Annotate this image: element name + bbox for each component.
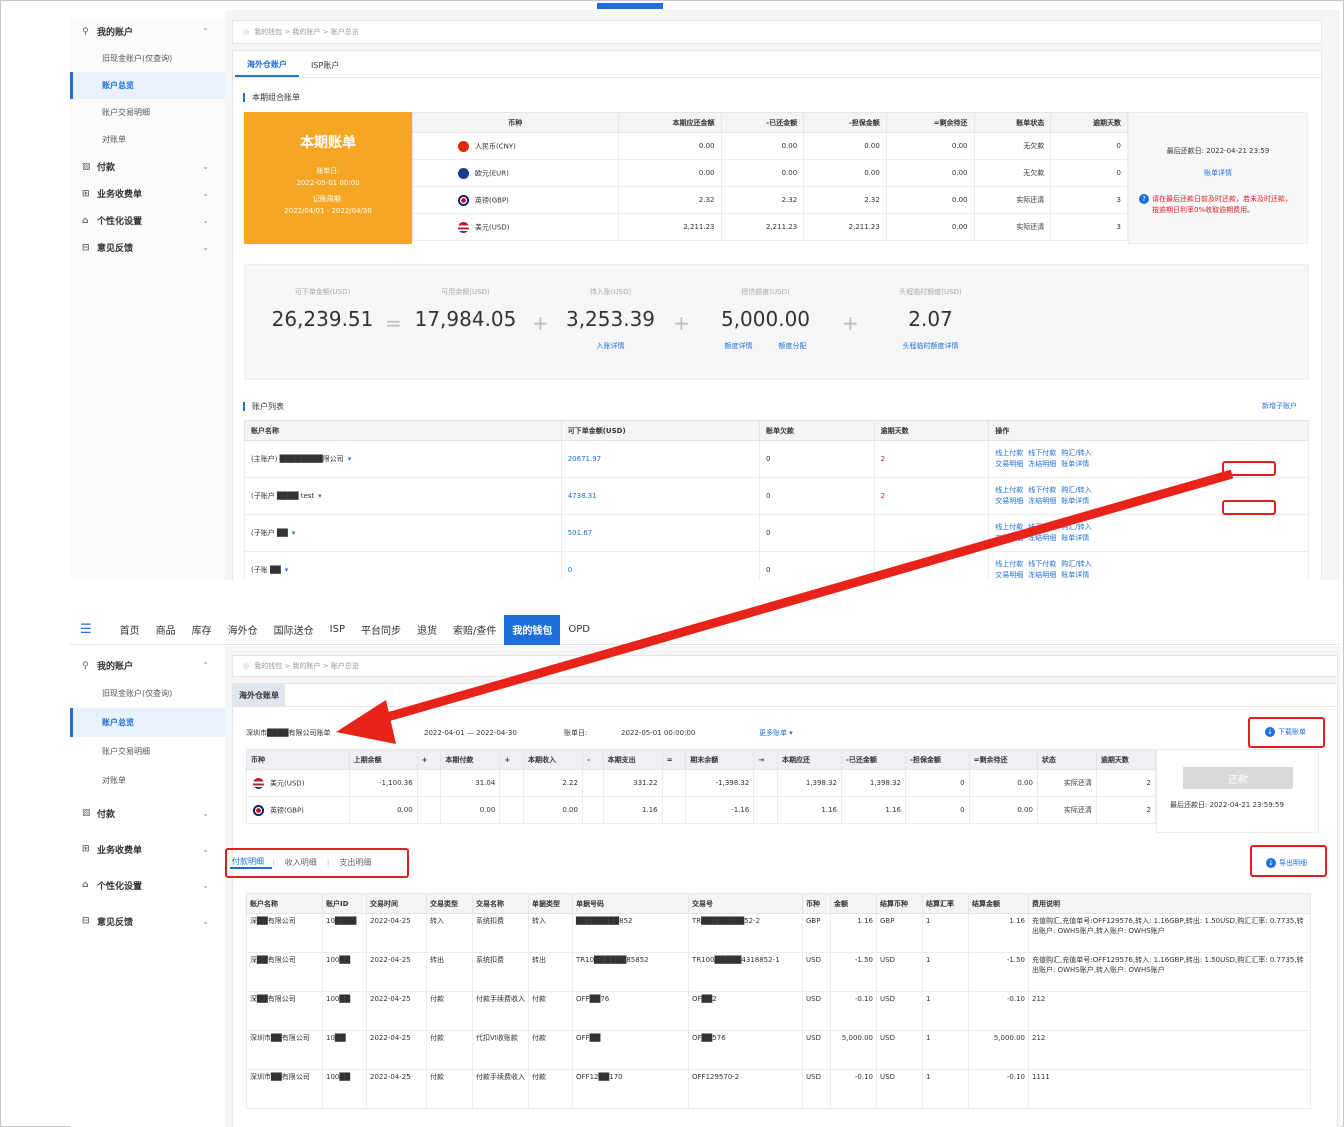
arrow-head <box>336 700 396 744</box>
annotation-arrow <box>336 469 1234 744</box>
arrow-shaft <box>368 469 1234 727</box>
